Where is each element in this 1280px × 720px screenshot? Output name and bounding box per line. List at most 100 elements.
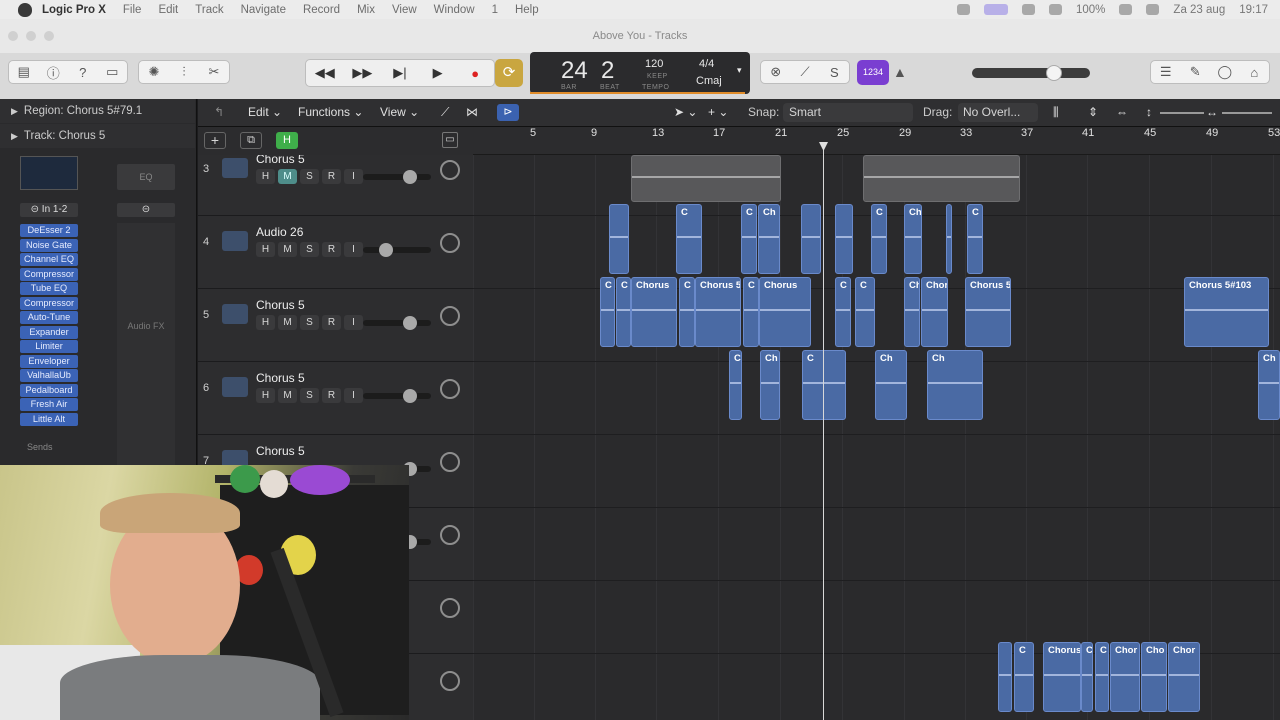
status-icon[interactable] <box>957 4 970 15</box>
horizontal-zoom-icon[interactable]: ↔ <box>1206 105 1218 119</box>
track-header[interactable]: 5 Chorus 5 H M S R I <box>198 289 473 362</box>
audio-fx-slot[interactable]: Audio FX <box>117 223 175 479</box>
smart-controls-icon[interactable]: ✺ <box>139 64 169 80</box>
hide-tracks-button[interactable]: H <box>276 132 298 149</box>
plugin-slot[interactable]: Little Alt <box>20 412 78 426</box>
menu-edit[interactable]: Edit <box>158 4 178 16</box>
plugin-slot[interactable]: Auto-Tune <box>20 311 78 324</box>
mute-button[interactable]: M <box>278 388 297 403</box>
audio-region[interactable] <box>609 204 629 274</box>
pencil-tool-icon[interactable]: + ⌄ <box>708 105 728 119</box>
solo-button[interactable]: S <box>300 315 319 330</box>
fader-handle[interactable] <box>403 316 417 330</box>
apple-icon[interactable] <box>18 2 32 17</box>
audio-region[interactable]: Chorus <box>1043 642 1081 712</box>
screen-recording-icon[interactable] <box>984 4 1008 15</box>
hide-button[interactable]: H <box>256 388 275 403</box>
inspector-icon[interactable]: ⓘ <box>39 63 69 82</box>
tracks-area[interactable]: C C Ch C Ch C C C Chorus C Chorus 5 C Ch… <box>473 155 1280 720</box>
menu-record[interactable]: Record <box>303 4 340 16</box>
input-monitor-button[interactable]: I <box>344 388 363 403</box>
solo-button[interactable]: S <box>300 169 319 184</box>
input-monitor-button[interactable]: I <box>344 169 363 184</box>
plugin-slot[interactable]: Channel EQ <box>20 253 78 266</box>
link-icon[interactable]: ⊝ <box>117 203 175 217</box>
menu-view[interactable]: View <box>392 4 417 16</box>
solo-button[interactable]: S <box>300 242 319 257</box>
audio-region[interactable] <box>801 204 821 274</box>
editors-icon[interactable]: ✂ <box>199 64 229 80</box>
functions-menu[interactable]: Functions ⌄ <box>298 105 363 119</box>
menu-app[interactable]: Logic Pro X <box>42 4 106 16</box>
cycle-icon[interactable]: ⟳ <box>495 59 523 87</box>
volume-fader[interactable] <box>363 316 431 330</box>
vertical-zoom-slider[interactable] <box>1160 112 1204 114</box>
back-arrow-icon[interactable]: ↰ <box>214 105 224 119</box>
menu-file[interactable]: File <box>123 4 142 16</box>
bar-ruler[interactable]: 5 9 13 17 21 25 29 33 37 41 45 49 53 <box>473 127 1280 155</box>
horizontal-zoom-slider[interactable] <box>1222 112 1272 114</box>
metronome-icon[interactable]: ▲ <box>893 64 907 80</box>
master-volume-slider[interactable] <box>972 65 1090 81</box>
plugin-slot[interactable]: Noise Gate <box>20 238 78 252</box>
audio-region[interactable]: Ch <box>904 277 920 347</box>
audio-region[interactable]: C <box>835 277 851 347</box>
plugin-slot[interactable]: Expander <box>20 325 78 339</box>
spotlight-icon[interactable] <box>1146 4 1160 15</box>
audio-region[interactable] <box>946 204 952 274</box>
menu-1[interactable]: 1 <box>492 4 498 16</box>
plugin-slot[interactable]: Limiter <box>20 340 78 353</box>
pan-knob[interactable] <box>440 379 460 399</box>
waveform-zoom-icon[interactable]: ⫼ <box>1053 105 1059 120</box>
volume-fader[interactable] <box>363 389 431 403</box>
audio-region[interactable]: Chorus <box>631 277 677 347</box>
track-lane[interactable] <box>473 508 1280 581</box>
menu-help[interactable]: Help <box>515 4 539 16</box>
audio-region[interactable]: Ch <box>904 204 922 274</box>
pan-knob[interactable] <box>440 160 460 180</box>
mute-button[interactable]: M <box>278 242 297 257</box>
plugin-slot[interactable]: Fresh Air <box>20 398 78 411</box>
plugin-slot[interactable]: Pedalboard <box>20 383 78 397</box>
audio-region[interactable]: Chor <box>1168 642 1200 712</box>
solo-icon[interactable]: S <box>820 65 849 80</box>
snap-select[interactable]: Smart <box>783 103 913 122</box>
track-header[interactable]: 4 Audio 26 H M S R I <box>198 216 473 289</box>
menu-window[interactable]: Window <box>434 4 475 16</box>
lcd-display[interactable]: 24 2 BAR BEAT 120 KEEP TEMPO 4/4 Cmaj <box>530 52 750 94</box>
tuner-icon[interactable]: ⟋ <box>790 64 819 80</box>
lcd-dropdown-icon[interactable]: ▾ <box>737 65 742 76</box>
region-inspector-header[interactable]: ▶ Region: Chorus 5#79.1 <box>0 99 195 123</box>
vertical-zoom-icon[interactable]: ↕ <box>1146 105 1152 119</box>
track-header[interactable]: 3 Chorus 5 H M S R I <box>198 155 473 216</box>
audio-region[interactable]: C <box>743 277 759 347</box>
audio-region[interactable]: C <box>679 277 695 347</box>
input-monitor-button[interactable]: I <box>344 242 363 257</box>
global-tracks-icon[interactable]: ▭ <box>442 132 458 148</box>
pan-knob[interactable] <box>440 671 460 691</box>
audio-region[interactable]: C <box>1095 642 1109 712</box>
record-enable-button[interactable]: R <box>322 388 341 403</box>
audio-region[interactable] <box>863 155 1020 202</box>
menu-mix[interactable]: Mix <box>357 4 375 16</box>
menu-track[interactable]: Track <box>195 4 223 16</box>
minimize-window-button[interactable] <box>26 31 36 41</box>
audio-region[interactable]: C <box>741 204 757 274</box>
pan-knob[interactable] <box>440 306 460 326</box>
solo-button[interactable]: S <box>300 388 319 403</box>
fast-forward-icon[interactable]: ▶▶ <box>344 60 382 86</box>
audio-region[interactable]: Chor <box>1110 642 1140 712</box>
volume-fader[interactable] <box>363 243 431 257</box>
track-lane[interactable] <box>473 435 1280 508</box>
track-inspector-header[interactable]: ▶ Track: Chorus 5 <box>0 124 195 148</box>
toolbar-icon[interactable]: ▭ <box>98 64 128 80</box>
audio-region[interactable] <box>998 642 1012 712</box>
audio-region[interactable]: Ch <box>1258 350 1280 420</box>
vertical-zoom-icon[interactable]: ⇕ <box>1088 105 1098 119</box>
flex-icon[interactable]: ⋈ <box>466 105 478 119</box>
fader-handle[interactable] <box>403 170 417 184</box>
audio-region[interactable]: C <box>1081 642 1093 712</box>
bluetooth-icon[interactable] <box>1022 4 1035 15</box>
plugin-slot[interactable]: Compressor <box>20 267 78 281</box>
replace-icon[interactable]: ⊗ <box>761 64 790 80</box>
